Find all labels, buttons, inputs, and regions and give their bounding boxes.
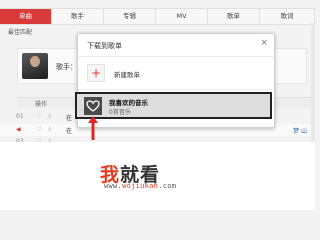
row-title: 在 <box>66 115 73 122</box>
row-ops[interactable]: ♡ ⇩ <box>36 113 54 120</box>
favorite-playlist-title: 我喜欢的音乐 <box>109 99 148 107</box>
plus-icon: + <box>87 64 105 82</box>
download-to-playlist-dialog: 下载到歌单 × + 新建歌单 我喜欢的音乐 0首音乐 <box>75 33 275 128</box>
op-column-header: 操作 <box>35 101 48 108</box>
heart-icon <box>84 97 102 115</box>
divider <box>78 56 274 57</box>
tab-artist[interactable]: 歌手 <box>52 9 104 24</box>
row-title: 在 <box>66 128 73 135</box>
tab-playlist[interactable]: 歌单 <box>208 9 260 24</box>
best-match-label: 最佳匹配 <box>8 29 33 36</box>
arrow-up-icon <box>88 116 98 140</box>
tab-album[interactable]: 专辑 <box>104 9 156 24</box>
watermark-url: www.wojiukan.com <box>104 182 177 190</box>
artist-avatar <box>22 53 48 79</box>
new-playlist-label: 新建歌单 <box>114 71 140 79</box>
scrollbar[interactable] <box>311 23 315 142</box>
divider <box>78 89 274 90</box>
playing-indicator-icon: ◀ <box>16 126 21 133</box>
row-index: 01 <box>16 113 24 120</box>
dialog-title: 下载到歌单 <box>87 42 122 50</box>
search-tabs: 单曲 歌手 专辑 MV 歌单 歌词 <box>0 8 315 25</box>
tab-lyrics[interactable]: 歌词 <box>260 9 315 24</box>
tab-single[interactable]: 单曲 <box>0 9 52 24</box>
new-playlist-button[interactable]: + 新建歌单 <box>78 60 274 86</box>
favorite-playlist-count: 0首音乐 <box>109 109 131 116</box>
row-album[interactable]: 梦 山 <box>293 126 307 135</box>
row-ops[interactable]: ♡ ⇩ <box>36 126 54 133</box>
close-icon[interactable]: × <box>260 38 268 48</box>
tab-mv[interactable]: MV <box>156 9 208 24</box>
artist-label: 歌手： <box>56 63 77 71</box>
favorite-playlist-item[interactable]: 我喜欢的音乐 0首音乐 <box>75 92 272 119</box>
